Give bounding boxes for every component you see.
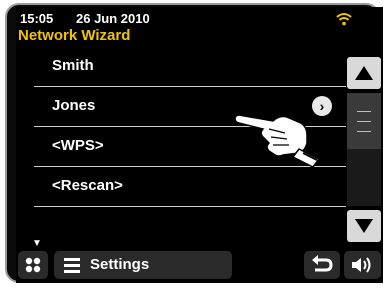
- bottom-bar: Settings: [16, 249, 383, 283]
- grip-line: [357, 111, 371, 112]
- triangle-up-icon: [355, 66, 373, 80]
- volume-button[interactable]: [344, 251, 381, 279]
- grip-line: [357, 121, 371, 122]
- page-title: Network Wizard: [18, 27, 131, 44]
- list-item-rescan[interactable]: <Rescan>: [16, 167, 346, 207]
- scroll-down-button[interactable]: [347, 210, 381, 242]
- speaker-icon: [352, 257, 371, 273]
- menu-lines-icon: [64, 258, 80, 273]
- grid-icon: [25, 257, 41, 273]
- scroll-track[interactable]: [347, 93, 381, 206]
- status-date: 26 Jun 2010: [76, 11, 150, 26]
- scroll-up-button[interactable]: [347, 57, 381, 89]
- apps-button[interactable]: [18, 251, 48, 279]
- scrollbar[interactable]: [347, 57, 383, 243]
- more-items-indicator: ▼: [32, 238, 42, 249]
- settings-button[interactable]: Settings: [54, 251, 232, 279]
- status-bar: 15:05 26 Jun 2010: [18, 11, 378, 27]
- status-time: 15:05: [20, 11, 54, 26]
- back-arrow-icon: [312, 255, 333, 272]
- list-item-label: Jones: [52, 97, 96, 114]
- list-item-label: <Rescan>: [52, 177, 123, 194]
- list-item-label: <WPS>: [52, 137, 104, 154]
- pointing-hand-icon: [234, 114, 321, 168]
- list-divider: [34, 206, 346, 207]
- wifi-icon: [336, 13, 352, 26]
- triangle-down-icon: [355, 219, 373, 233]
- list-item-smith[interactable]: Smith: [16, 47, 346, 87]
- scroll-thumb[interactable]: [347, 93, 381, 149]
- settings-label: Settings: [90, 256, 150, 273]
- list-item-label: Smith: [52, 57, 94, 74]
- grip-line: [357, 131, 371, 132]
- back-button[interactable]: [304, 251, 340, 279]
